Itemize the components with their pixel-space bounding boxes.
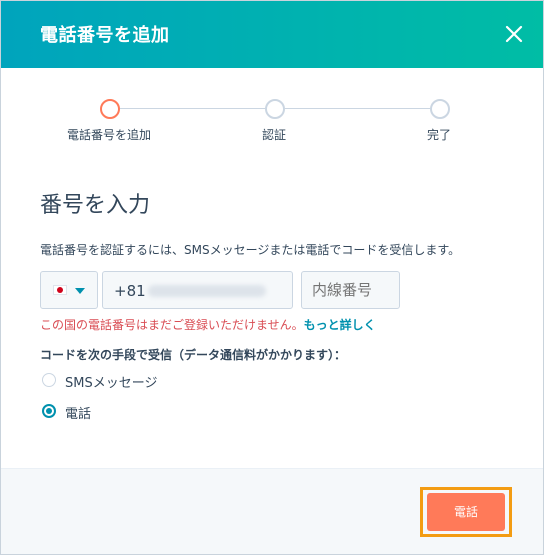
delivery-method-label: コードを次の手段で受信（データ通信料がかかります）： (40, 348, 347, 362)
sms-radio-label: SMSメッセージ (65, 376, 158, 391)
step-label-verify: 認証 (262, 128, 287, 142)
section-title: 番号を入力 (40, 193, 151, 218)
call-radio[interactable] (42, 404, 56, 418)
add-phone-dialog: 電話番号を追加 電話番号を追加 認証 完了 番号を入力 電話番号を認証するには、… (0, 0, 544, 555)
error-text: この国の電話番号はまだご登録いただけません。 (40, 318, 304, 332)
dialog-header: 電話番号を追加 (1, 1, 543, 68)
call-radio-label: 電話 (65, 407, 92, 422)
learn-more-link[interactable]: もっと詳しく (304, 318, 376, 332)
redacted-phone-number (148, 285, 266, 297)
radio-option-sms[interactable]: SMSメッセージ (40, 371, 180, 391)
call-button[interactable]: 電話 (427, 493, 505, 531)
step-indicator-add-phone (100, 99, 120, 119)
sms-radio[interactable] (42, 373, 56, 387)
close-button[interactable] (503, 23, 525, 45)
japan-flag-icon (53, 285, 67, 295)
step-indicator-verify (265, 99, 285, 119)
phone-prefix: +81 (114, 282, 146, 300)
progress-stepper: 電話番号を追加 認証 完了 (1, 96, 543, 146)
close-icon (505, 25, 523, 43)
radio-option-call[interactable]: 電話 (40, 402, 120, 422)
step-label-complete: 完了 (427, 128, 452, 142)
caret-down-icon (75, 288, 85, 294)
phone-number-input[interactable]: +81 (102, 271, 293, 309)
country-code-select[interactable] (40, 271, 98, 309)
extension-input[interactable] (301, 271, 400, 309)
step-connector (119, 108, 265, 109)
step-label-add-phone: 電話番号を追加 (67, 128, 152, 142)
step-connector (285, 108, 431, 109)
error-message: この国の電話番号はまだご登録いただけません。もっと詳しく (40, 316, 376, 333)
description-text: 電話番号を認証するには、SMSメッセージまたは電話でコードを受信します。 (40, 243, 461, 257)
dialog-title: 電話番号を追加 (40, 25, 170, 46)
step-indicator-complete (430, 99, 450, 119)
